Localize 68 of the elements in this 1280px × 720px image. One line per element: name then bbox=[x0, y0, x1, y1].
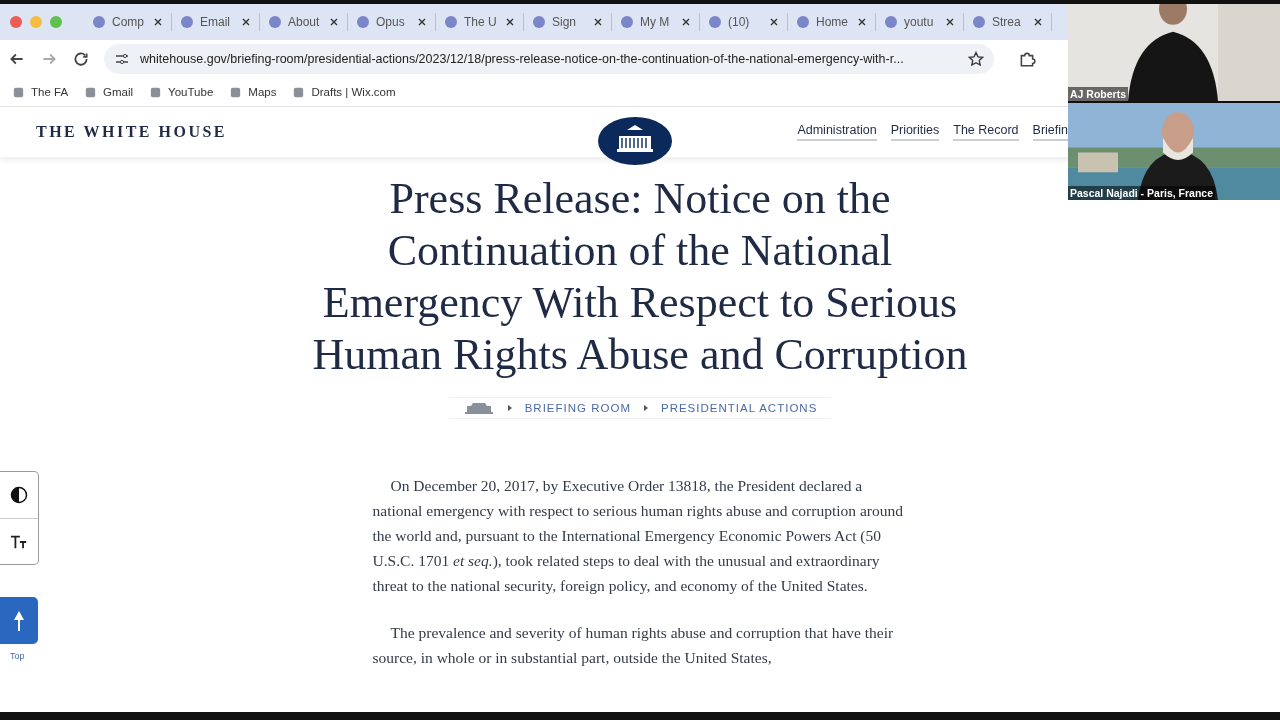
close-icon[interactable] bbox=[153, 17, 163, 27]
browser-tab[interactable]: The U bbox=[436, 13, 524, 31]
favicon-icon bbox=[180, 15, 194, 29]
bookmark-icon bbox=[292, 85, 306, 99]
body-paragraph: On December 20, 2017, by Executive Order 13818, the President declared a national emergency with respect to serious human rights abuse and corruption around the world and, pursuant to the International Emergency Economic Powers Act (50 U.S.C. 1701 et seq.), took related steps to deal with the unusual and extraordinary threat to the national security, foreign policy, and economy of the United States. bbox=[372, 476, 904, 596]
close-icon[interactable] bbox=[241, 17, 251, 27]
url-text: whitehouse.gov/briefing-room/presidential-actions/2023/12/18/press-release-notice-on-the-continuation-of-the-national-emergency-with-r... bbox=[140, 52, 905, 66]
favicon-icon bbox=[620, 15, 634, 29]
close-icon[interactable] bbox=[681, 17, 691, 27]
bookmark-icon bbox=[229, 85, 243, 99]
browser-tab[interactable]: Home bbox=[788, 13, 876, 31]
close-window-light[interactable] bbox=[10, 16, 22, 28]
bookmark[interactable]: YouTube bbox=[149, 85, 214, 99]
site-logo-text[interactable]: THE WHITE HOUSE bbox=[36, 123, 228, 141]
bookmark[interactable]: Gmail bbox=[84, 85, 134, 99]
body-paragraph: The prevalence and severity of human rights abuse and corruption that have their source, in whole or in substantial part, outside the United States, bbox=[372, 623, 895, 668]
chevron-icon bbox=[642, 404, 649, 412]
close-icon[interactable] bbox=[593, 17, 603, 27]
seal-emblem[interactable] bbox=[597, 116, 674, 166]
close-icon[interactable] bbox=[1033, 17, 1043, 27]
bookmark-icon bbox=[149, 85, 163, 99]
building-icon[interactable] bbox=[462, 402, 495, 414]
browser-tab[interactable]: My M bbox=[612, 13, 700, 31]
participant-name: Pascal Najadi - Paris, France bbox=[1068, 186, 1215, 200]
browser-tab[interactable]: (10) bbox=[700, 13, 788, 31]
reload-icon[interactable] bbox=[72, 50, 90, 68]
favicon-icon bbox=[884, 15, 898, 29]
breadcrumb-link[interactable]: BRIEFING ROOM bbox=[524, 402, 631, 414]
close-icon[interactable] bbox=[417, 17, 427, 27]
favicon-icon bbox=[796, 15, 810, 29]
close-icon[interactable] bbox=[769, 17, 779, 27]
bookmark[interactable]: Drafts | Wix.com bbox=[292, 85, 396, 99]
browser-tab[interactable]: Sign bbox=[524, 13, 612, 31]
favicon-icon bbox=[444, 15, 458, 29]
favicon-icon bbox=[92, 15, 106, 29]
close-icon[interactable] bbox=[945, 17, 955, 27]
browser-tab[interactable]: Comp bbox=[84, 13, 172, 31]
browser-tab[interactable]: About bbox=[260, 13, 348, 31]
favicon-icon bbox=[356, 15, 370, 29]
star-icon[interactable] bbox=[968, 51, 984, 67]
bookmark-icon bbox=[12, 85, 25, 99]
favicon-icon bbox=[532, 15, 546, 29]
favicon-icon bbox=[972, 15, 986, 29]
favicon-icon bbox=[708, 15, 722, 29]
bookmark-icon bbox=[84, 85, 98, 99]
chevron-icon bbox=[506, 404, 513, 412]
browser-tab[interactable]: Email bbox=[172, 13, 260, 31]
close-icon[interactable] bbox=[857, 17, 867, 27]
close-icon[interactable] bbox=[505, 17, 515, 27]
close-icon[interactable] bbox=[329, 17, 339, 27]
browser-tab[interactable]: youtu bbox=[876, 13, 964, 31]
puzzle-icon[interactable] bbox=[1018, 50, 1036, 68]
favicon-icon bbox=[268, 15, 282, 29]
back-to-top-button[interactable] bbox=[0, 597, 38, 644]
nav-link[interactable]: The Record bbox=[953, 123, 1019, 141]
browser-tab[interactable]: Strea bbox=[964, 13, 1052, 31]
bookmark[interactable]: Maps bbox=[229, 85, 277, 99]
address-bar[interactable]: whitehouse.gov/briefing-room/presidential-actions/2023/12/18/press-release-notice-on-the-continuation-of-the-national-emergency-with-r... bbox=[104, 44, 994, 74]
nav-link[interactable]: Administration bbox=[797, 123, 877, 141]
top-label: Top bbox=[10, 651, 25, 661]
browser-tab[interactable]: Opus bbox=[348, 13, 436, 31]
article-title: Press Release: Notice on the Continuation of the National Emergency With Respect to Serious Human Rights Abuse and Corruption bbox=[311, 173, 969, 381]
contrast-icon bbox=[10, 486, 28, 504]
bookmark[interactable]: The FA bbox=[12, 85, 69, 99]
nav-link[interactable]: Priorities bbox=[890, 123, 940, 141]
participant-name: AJ Roberts bbox=[1068, 87, 1128, 101]
site-settings-icon[interactable] bbox=[114, 51, 130, 67]
breadcrumb-link[interactable]: PRESIDENTIAL ACTIONS bbox=[660, 402, 818, 414]
